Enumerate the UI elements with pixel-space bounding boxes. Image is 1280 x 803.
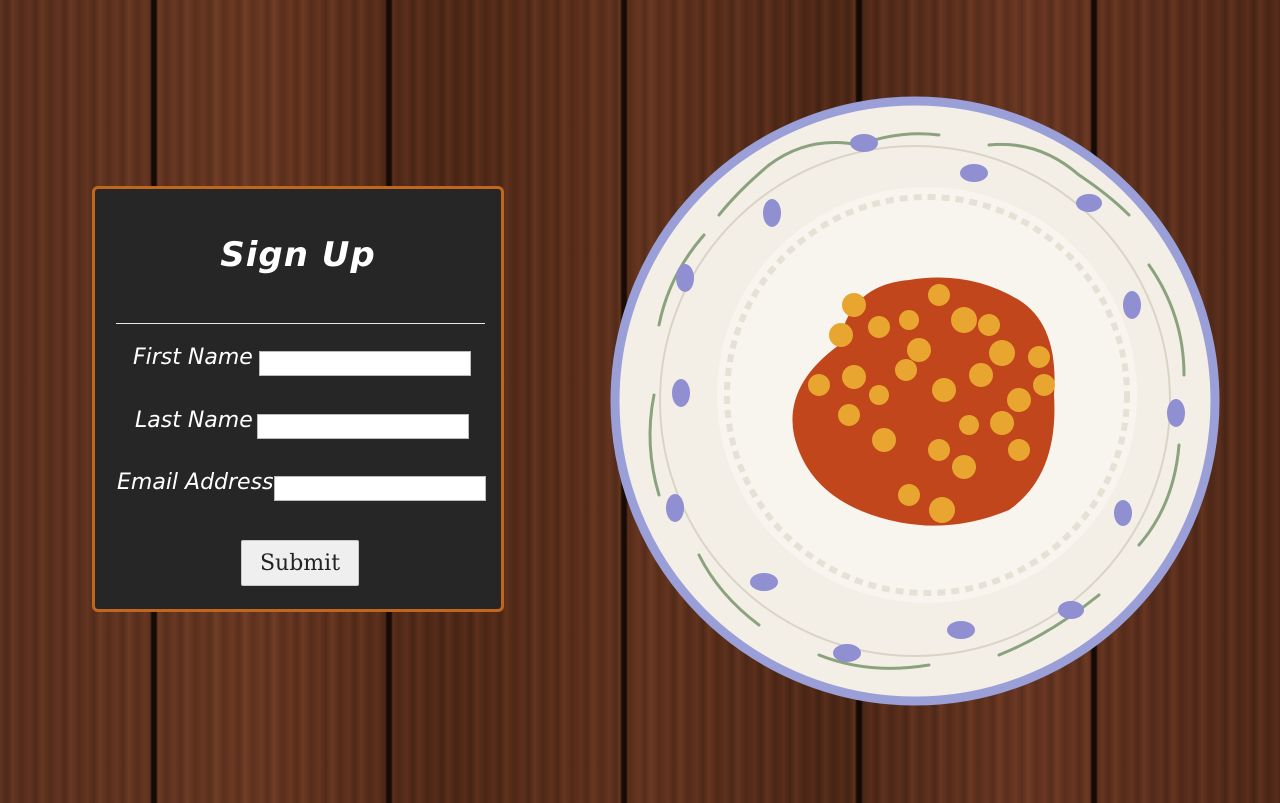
- submit-button[interactable]: Submit: [241, 540, 359, 586]
- email-address-field[interactable]: [274, 476, 486, 501]
- first-name-field[interactable]: [259, 351, 471, 376]
- curry-plate-photo: [610, 96, 1220, 706]
- signup-form-card: Sign Up First Name Last Name Email Addre…: [92, 186, 504, 612]
- first-name-label: First Name: [133, 345, 253, 370]
- title-divider: [116, 323, 485, 324]
- last-name-field[interactable]: [257, 414, 469, 439]
- email-address-label: Email Address: [117, 470, 274, 495]
- form-title: Sign Up: [220, 235, 376, 275]
- last-name-label: Last Name: [135, 408, 253, 433]
